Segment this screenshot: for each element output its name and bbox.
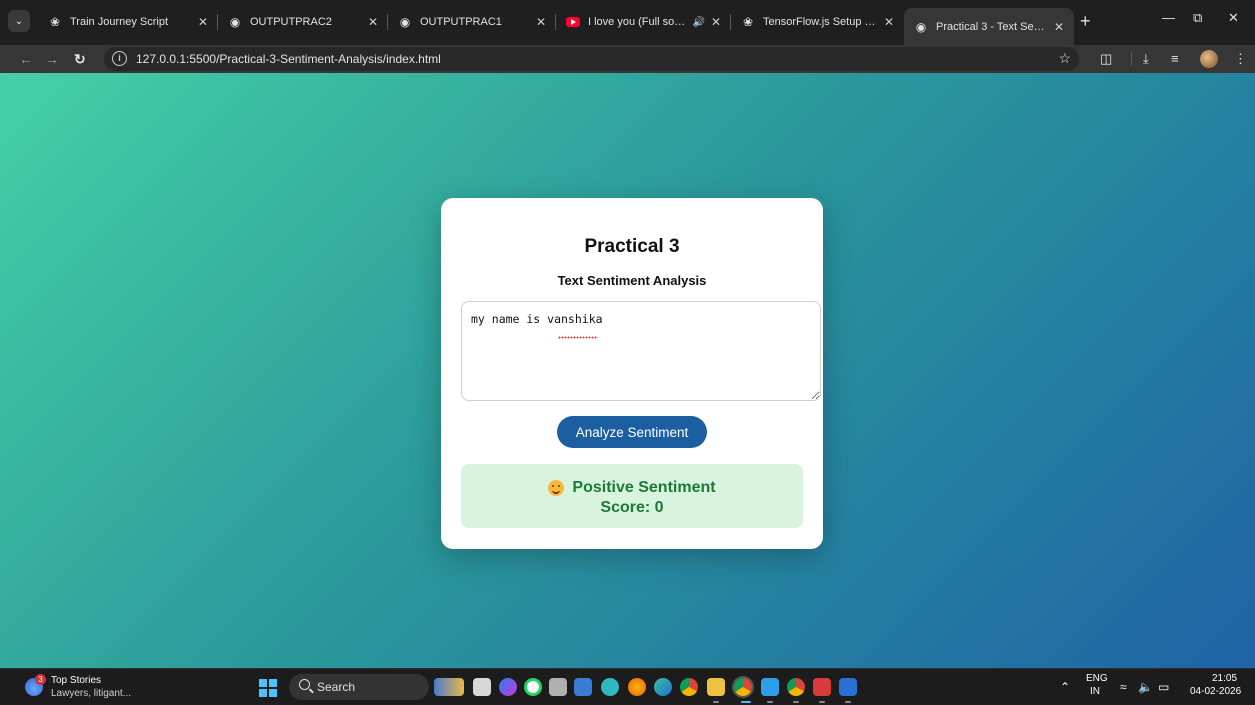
tab-search-button[interactable]: ⌄ bbox=[8, 10, 30, 32]
site-info-icon[interactable]: i bbox=[112, 51, 127, 66]
tab-tensorflow-setup-guide[interactable]: ❀ TensorFlow.js Setup Guide ✕ bbox=[731, 8, 904, 36]
youtube-icon bbox=[566, 15, 580, 29]
minimize-icon[interactable]: — bbox=[1162, 10, 1175, 25]
tab-outputprac1[interactable]: ◉ OUTPUTPRAC1 ✕ bbox=[388, 8, 556, 36]
wifi-icon[interactable]: ≈ bbox=[1120, 680, 1127, 694]
vscode-icon[interactable] bbox=[761, 678, 779, 696]
smiling-face-icon bbox=[548, 480, 565, 496]
start-button[interactable] bbox=[259, 679, 277, 697]
microsoft-store-icon[interactable] bbox=[574, 678, 592, 696]
openai-icon: ❀ bbox=[49, 15, 61, 29]
text-input[interactable] bbox=[461, 301, 821, 401]
chrome-alt-icon[interactable] bbox=[787, 678, 805, 696]
wps-office-icon[interactable] bbox=[813, 678, 831, 696]
browser-toolbar: ← → ↻ i 127.0.0.1:5500/Practical-3-Senti… bbox=[0, 45, 1255, 73]
sentiment-card: Practical 3 Text Sentiment Analysis Anal… bbox=[441, 198, 823, 549]
copilot-icon[interactable] bbox=[499, 678, 517, 696]
clock-time[interactable]: 21:05 bbox=[1212, 673, 1237, 684]
chrome-profile-icon[interactable] bbox=[734, 678, 752, 696]
task-view-icon[interactable] bbox=[473, 678, 491, 696]
close-icon[interactable]: ✕ bbox=[711, 15, 721, 29]
bookmark-star-icon[interactable]: ☆ bbox=[1058, 50, 1071, 67]
snipping-tool-icon[interactable] bbox=[549, 678, 567, 696]
close-window-icon[interactable]: ✕ bbox=[1228, 10, 1239, 26]
close-icon[interactable]: ✕ bbox=[1054, 20, 1064, 34]
volume-icon[interactable]: 🔈 bbox=[1138, 680, 1153, 694]
file-explorer-icon[interactable] bbox=[707, 678, 725, 696]
sentiment-result: Positive Sentiment Score: 0 bbox=[461, 464, 803, 528]
tab-title: I love you (Full song) B bbox=[588, 16, 689, 28]
globe-icon: ◉ bbox=[915, 19, 927, 34]
tab-title: Train Journey Script bbox=[70, 16, 169, 28]
battery-icon[interactable]: ▭ bbox=[1158, 680, 1169, 694]
edge-icon[interactable] bbox=[654, 678, 672, 696]
globe-icon: ◉ bbox=[399, 15, 411, 29]
browser-tab-strip: ⌄ ❀ Train Journey Script ✕ ◉ OUTPUTPRAC2… bbox=[0, 0, 1255, 45]
chevron-up-icon[interactable]: ⌃ bbox=[1060, 680, 1070, 694]
media-controls-icon[interactable]: ≡ bbox=[1171, 51, 1179, 67]
tab-title: Practical 3 - Text Sentimen bbox=[936, 20, 1048, 33]
forward-icon[interactable]: → bbox=[45, 50, 59, 68]
news-subtitle[interactable]: Lawyers, litigant... bbox=[51, 688, 131, 699]
profile-avatar[interactable] bbox=[1200, 50, 1218, 68]
reading-mode-icon[interactable]: ◫ bbox=[1100, 51, 1112, 67]
taskbar-search[interactable]: Search bbox=[289, 674, 429, 700]
page-subtitle: Text Sentiment Analysis bbox=[557, 273, 707, 288]
whatsapp-icon[interactable] bbox=[524, 678, 542, 696]
news-widget-icon[interactable] bbox=[434, 678, 464, 696]
globe-icon: ◉ bbox=[229, 15, 241, 29]
close-icon[interactable]: ✕ bbox=[884, 15, 894, 29]
tab-practical-3[interactable]: ◉ Practical 3 - Text Sentimen ✕ bbox=[904, 8, 1074, 45]
tab-train-journey-script[interactable]: ❀ Train Journey Script ✕ bbox=[38, 8, 218, 36]
back-icon[interactable]: ← bbox=[19, 50, 33, 68]
page-background: Practical 3 Text Sentiment Analysis Anal… bbox=[0, 73, 1255, 668]
close-icon[interactable]: ✕ bbox=[536, 15, 546, 29]
menu-icon[interactable]: ⋮ bbox=[1234, 51, 1247, 67]
language-indicator[interactable]: ENG bbox=[1086, 673, 1108, 684]
tab-outputprac2[interactable]: ◉ OUTPUTPRAC2 ✕ bbox=[218, 8, 388, 36]
word-icon[interactable] bbox=[839, 678, 857, 696]
analyze-sentiment-button[interactable]: Analyze Sentiment bbox=[557, 416, 707, 448]
close-icon[interactable]: ✕ bbox=[198, 15, 208, 29]
windows-taskbar: 3 Top Stories Lawyers, litigant... Searc… bbox=[0, 668, 1255, 705]
url-text[interactable]: 127.0.0.1:5500/Practical-3-Sentiment-Ana… bbox=[136, 52, 441, 66]
openai-icon: ❀ bbox=[742, 15, 754, 29]
firefox-icon[interactable] bbox=[628, 678, 646, 696]
search-label: Search bbox=[317, 680, 356, 694]
close-icon[interactable]: ✕ bbox=[368, 15, 378, 29]
tab-title: OUTPUTPRAC1 bbox=[420, 16, 502, 28]
speaker-icon[interactable]: 🔊 bbox=[692, 17, 704, 28]
news-title[interactable]: Top Stories bbox=[51, 675, 101, 686]
sentiment-score: Score: 0 bbox=[600, 499, 664, 516]
page-title: Practical 3 bbox=[584, 236, 680, 257]
new-tab-button[interactable]: + bbox=[1080, 12, 1091, 30]
tab-title: OUTPUTPRAC2 bbox=[250, 16, 332, 28]
news-badge: 3 bbox=[35, 674, 46, 685]
sentiment-label: Positive Sentiment bbox=[572, 479, 716, 496]
language-region[interactable]: IN bbox=[1090, 686, 1100, 697]
chrome-icon[interactable] bbox=[680, 678, 698, 696]
tab-title: TensorFlow.js Setup Guide bbox=[763, 16, 878, 28]
tab-i-love-you-song[interactable]: I love you (Full song) B 🔊 ✕ bbox=[556, 8, 731, 36]
clock-date[interactable]: 04-02-2026 bbox=[1190, 686, 1241, 697]
restore-icon[interactable]: ⧉ bbox=[1193, 10, 1202, 26]
spellcheck-underline bbox=[558, 336, 598, 339]
reload-icon[interactable]: ↻ bbox=[74, 50, 86, 68]
app-c-icon[interactable] bbox=[601, 678, 619, 696]
download-icon[interactable]: ⤓ bbox=[1143, 51, 1149, 67]
address-bar[interactable]: i 127.0.0.1:5500/Practical-3-Sentiment-A… bbox=[104, 47, 1079, 71]
search-icon bbox=[299, 679, 310, 690]
